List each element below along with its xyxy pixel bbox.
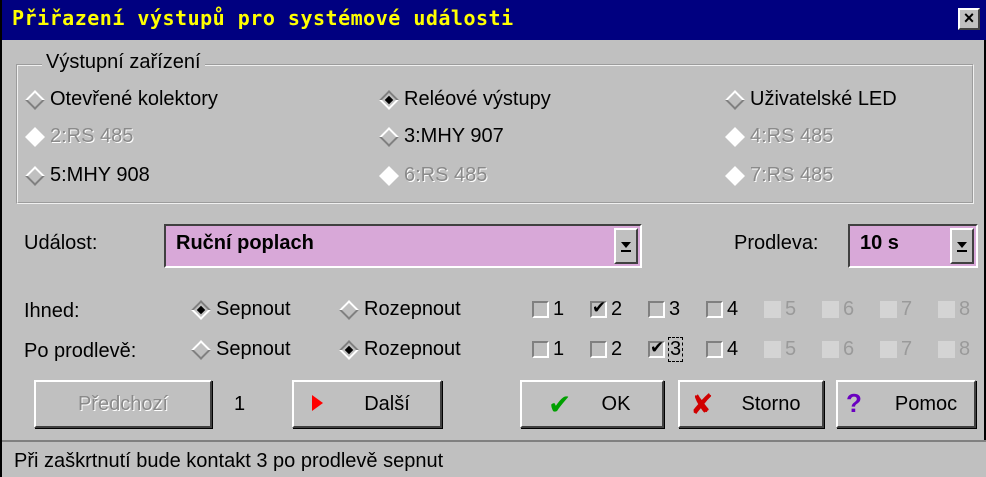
title-bar[interactable]: Přiřazení výstupů pro systémové události… <box>2 0 986 40</box>
immediate-contact-1[interactable]: 1 <box>532 298 564 321</box>
status-text: Při zaškrtnutí bude kontakt 3 po prodlev… <box>14 450 444 472</box>
checkbox-icon <box>880 301 897 318</box>
immediate-contact-6[interactable]: 6 <box>822 298 854 321</box>
chevron-down-icon[interactable] <box>614 228 638 264</box>
red-x-icon: ✘ <box>690 389 714 420</box>
event-value: Ruční poplach <box>176 232 314 254</box>
dialog-window: Přiřazení výstupů pro systémové události… <box>0 0 986 477</box>
close-button[interactable]: × <box>958 8 980 30</box>
after-delay-contact-8[interactable]: 8 <box>938 338 970 361</box>
after-delay-contact-6[interactable]: 6 <box>822 338 854 361</box>
window-title: Přiřazení výstupů pro systémové události <box>12 6 514 30</box>
after-delay-contact-7[interactable]: 7 <box>880 338 912 361</box>
checkbox-icon <box>706 341 723 358</box>
help-button[interactable]: ? Pomoc <box>836 380 976 428</box>
cancel-button[interactable]: ✘ Storno <box>678 380 824 428</box>
radio-mhy908[interactable]: 5:MHY 908 <box>24 164 150 187</box>
radio-rs485-4[interactable]: 4:RS 485 <box>724 125 833 148</box>
checkbox-icon <box>822 341 839 358</box>
checkbox-checked-icon <box>648 338 665 358</box>
radio-user-led[interactable]: Uživatelské LED <box>724 88 897 111</box>
delay-label: Prodleva: <box>734 232 819 254</box>
checkbox-icon <box>590 341 607 358</box>
radio-checked-icon <box>191 299 211 320</box>
event-select[interactable]: Ruční poplach <box>164 224 642 268</box>
after-delay-contact-1[interactable]: 1 <box>532 338 564 361</box>
radio-rs485-2[interactable]: 2:RS 485 <box>24 125 133 148</box>
delay-select[interactable]: 10 s <box>848 224 978 268</box>
immediate-contact-8[interactable]: 8 <box>938 298 970 321</box>
delay-value: 10 s <box>860 232 899 254</box>
output-devices-label: Výstupní zařízení <box>42 51 205 74</box>
checkbox-icon <box>938 301 955 318</box>
close-icon: × <box>963 8 975 28</box>
checkbox-icon <box>648 301 665 318</box>
immediate-label: Ihned: <box>24 300 80 322</box>
checkbox-icon <box>532 341 549 358</box>
after-delay-contact-4[interactable]: 4 <box>706 338 738 361</box>
radio-icon <box>339 299 359 320</box>
next-button[interactable]: Další <box>292 380 442 428</box>
red-triangle-icon <box>312 395 323 411</box>
chevron-down-icon[interactable] <box>950 228 974 264</box>
radio-open-collectors[interactable]: Otevřené kolektory <box>24 88 218 111</box>
radio-icon <box>25 89 45 110</box>
status-bar: Při zaškrtnutí bude kontakt 3 po prodlev… <box>2 440 986 477</box>
radio-disabled-icon <box>725 126 745 147</box>
radio-mhy907[interactable]: 3:MHY 907 <box>378 125 504 148</box>
radio-checked-icon <box>339 339 359 360</box>
radio-disabled-icon <box>725 165 745 186</box>
radio-checked-icon <box>379 89 399 110</box>
immediate-close-radio[interactable]: Sepnout <box>190 298 291 321</box>
previous-button[interactable]: Předchozí <box>34 380 212 428</box>
after-delay-contact-3[interactable]: 3 <box>648 337 684 362</box>
question-mark-icon: ? <box>846 388 862 418</box>
ok-button[interactable]: ✔ OK <box>520 380 664 428</box>
checkbox-icon <box>822 301 839 318</box>
checkbox-icon <box>532 301 549 318</box>
radio-icon <box>725 89 745 110</box>
immediate-contact-5[interactable]: 5 <box>764 298 796 321</box>
immediate-contact-4[interactable]: 4 <box>706 298 738 321</box>
checkbox-icon <box>880 341 897 358</box>
after-delay-contact-2[interactable]: 2 <box>590 338 622 361</box>
radio-rs485-6[interactable]: 6:RS 485 <box>378 164 487 187</box>
radio-icon <box>379 126 399 147</box>
after-delay-label: Po prodlevě: <box>24 340 137 362</box>
immediate-open-radio[interactable]: Rozepnout <box>338 298 461 321</box>
checkbox-checked-icon <box>590 298 607 318</box>
after-delay-open-radio[interactable]: Rozepnout <box>338 338 461 361</box>
immediate-contact-7[interactable]: 7 <box>880 298 912 321</box>
checkbox-icon <box>706 301 723 318</box>
after-delay-contact-5[interactable]: 5 <box>764 338 796 361</box>
radio-disabled-icon <box>25 126 45 147</box>
event-label: Událost: <box>24 232 98 254</box>
immediate-contact-2[interactable]: 2 <box>590 298 622 321</box>
radio-disabled-icon <box>379 165 399 186</box>
checkbox-icon <box>764 341 781 358</box>
after-delay-close-radio[interactable]: Sepnout <box>190 338 291 361</box>
checkbox-icon <box>764 301 781 318</box>
record-index: 1 <box>234 393 246 415</box>
radio-relay-outputs[interactable]: Reléové výstupy <box>378 88 551 111</box>
radio-icon <box>191 339 211 360</box>
checkbox-icon <box>938 341 955 358</box>
green-check-icon: ✔ <box>548 389 572 420</box>
radio-icon <box>25 165 45 186</box>
immediate-contact-3[interactable]: 3 <box>648 298 680 321</box>
radio-rs485-7[interactable]: 7:RS 485 <box>724 164 833 187</box>
